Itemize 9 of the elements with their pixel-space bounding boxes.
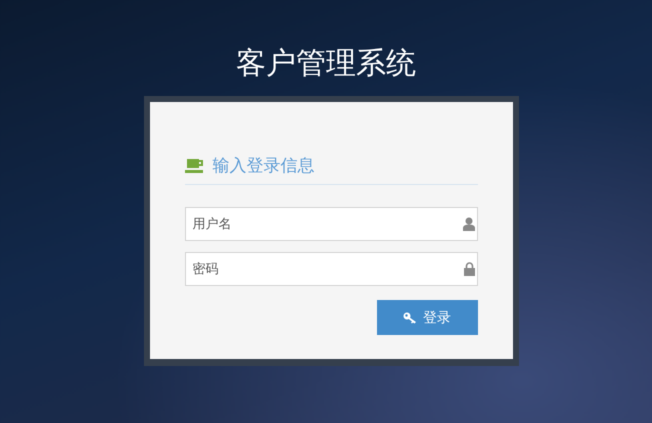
username-field[interactable]: 用户名 bbox=[184, 207, 478, 241]
login-button[interactable]: 登录 bbox=[376, 300, 478, 335]
app-title: 客户管理系统 bbox=[236, 45, 416, 83]
lock-icon bbox=[464, 262, 474, 276]
form-heading: 输入登录信息 bbox=[212, 155, 314, 178]
user-icon bbox=[462, 217, 474, 231]
key-icon bbox=[403, 312, 417, 324]
password-field[interactable]: 密码 bbox=[184, 252, 478, 286]
cup-icon bbox=[184, 158, 204, 174]
